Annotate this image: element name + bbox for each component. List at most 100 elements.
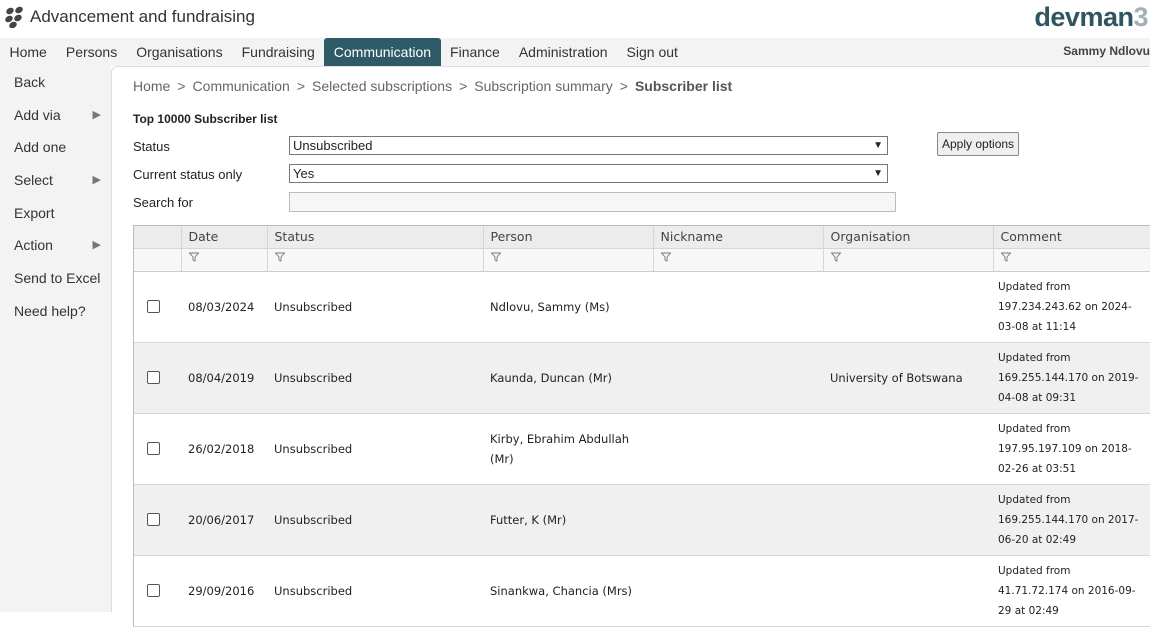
sidebar-item-label: Back: [14, 74, 46, 90]
sidebar-item-need-help[interactable]: Need help?: [0, 295, 111, 328]
sidebar-item-label: Add one: [14, 139, 67, 156]
sidebar-item-send-to-excel[interactable]: Send to Excel: [0, 262, 111, 295]
status-cell: Unsubscribed: [267, 342, 483, 414]
select-cell: [134, 413, 181, 485]
status-cell-text: Unsubscribed: [274, 583, 353, 598]
breadcrumb-item[interactable]: Selected subscriptions: [312, 78, 452, 94]
apply-options-button[interactable]: Apply options: [937, 132, 1020, 156]
column-header-comment[interactable]: Comment: [992, 226, 1150, 249]
person-cell[interactable]: Sinankwa, Chancia (Mrs): [483, 555, 653, 627]
sidebar-item-label: Add via: [14, 106, 61, 123]
organisation-cell: University of Botswana: [823, 342, 993, 414]
column-header-date[interactable]: Date: [180, 226, 267, 249]
person-cell[interactable]: Kaunda, Duncan (Mr): [483, 342, 653, 414]
organisation-cell: [823, 271, 993, 343]
column-header-status[interactable]: Status: [266, 226, 483, 249]
status-select[interactable]: Unsubscribed ▼: [289, 136, 888, 155]
filter-cell[interactable]: [482, 248, 653, 272]
sidebar-item-export[interactable]: Export: [0, 197, 111, 230]
filter-icon[interactable]: [660, 252, 671, 265]
breadcrumb-separator: >: [177, 78, 186, 94]
search-input[interactable]: [289, 192, 896, 212]
nav-finance[interactable]: Finance: [441, 38, 510, 66]
table-row[interactable]: 29/09/2016 Unsubscribed Sinankwa, Chancia …: [134, 555, 1150, 627]
filter-cell[interactable]: [180, 248, 267, 272]
current-status-select[interactable]: Yes ▼: [289, 164, 888, 183]
chevron-right-icon: ▶: [92, 174, 101, 187]
row-checkbox[interactable]: [147, 513, 160, 526]
date-cell-text: 29/09/2016: [188, 583, 255, 598]
sidebar-item-label: Send to Excel: [14, 270, 101, 287]
nav-administration[interactable]: Administration: [509, 38, 617, 66]
sidebar-item-select[interactable]: Select ▶: [0, 164, 111, 197]
filter-icon[interactable]: [490, 252, 501, 265]
table-row[interactable]: 26/02/2018 Unsubscribed Kirby, Ebrahim Abd…: [134, 413, 1150, 485]
nav-communication[interactable]: Communication: [324, 38, 441, 66]
subscriber-grid: Date Status Person Nickname Organisation Comm…: [133, 225, 1150, 627]
current-status-label: Current status only: [133, 167, 243, 182]
nav-persons[interactable]: Persons: [56, 38, 126, 66]
sidebar-item-add-one[interactable]: Add one: [0, 131, 111, 164]
person-cell[interactable]: Kirby, Ebrahim Abdullah (Mr): [483, 413, 653, 485]
breadcrumb-item[interactable]: Home: [133, 78, 170, 94]
nickname-cell: [653, 271, 823, 343]
person-cell[interactable]: Ndlovu, Sammy (Ms): [483, 271, 653, 343]
date-cell: 20/06/2017: [181, 484, 267, 556]
comment-text: Updated from 197.95.197.109 on 2018- 02-…: [998, 422, 1132, 475]
nav-organisations[interactable]: Organisations: [127, 38, 232, 66]
chevron-down-icon: ▼: [873, 140, 883, 151]
sidebar: Back Add via ▶ Add one Select ▶ Export Action ▶ S…: [0, 66, 111, 612]
nav-fundraising[interactable]: Fundraising: [232, 38, 324, 66]
date-cell-text: 08/03/2024: [188, 299, 255, 314]
person-cell-text: Ndlovu, Sammy (Ms): [490, 299, 610, 314]
filter-cell[interactable]: [822, 248, 993, 272]
brand-logo: devman3: [1034, 2, 1148, 32]
sidebar-item-action[interactable]: Action ▶: [0, 229, 111, 262]
sidebar-item-add-via[interactable]: Add via ▶: [0, 99, 111, 132]
search-label: Search for: [133, 195, 193, 210]
person-cell[interactable]: Futter, K (Mr): [483, 484, 653, 556]
nav-home[interactable]: Home: [0, 38, 56, 66]
select-cell: [134, 555, 181, 627]
filter-cell[interactable]: [652, 248, 823, 272]
sidebar-item-label: Export: [14, 204, 55, 221]
filter-cell[interactable]: [266, 248, 483, 272]
main-nav: Home Persons Organisations Fundraising Commu…: [0, 38, 1150, 66]
column-header-person[interactable]: Person: [482, 226, 653, 249]
column-header-nickname[interactable]: Nickname: [652, 226, 823, 249]
table-row[interactable]: 08/03/2024 Unsubscribed Ndlovu, Sammy (Ms)…: [134, 271, 1150, 343]
status-cell: Unsubscribed: [267, 413, 483, 485]
date-cell-text: 20/06/2017: [188, 512, 255, 527]
filter-icon[interactable]: [1000, 252, 1011, 265]
status-label: Status: [133, 139, 170, 154]
nickname-cell: [653, 555, 823, 627]
date-cell: 26/02/2018: [181, 413, 267, 485]
row-checkbox[interactable]: [147, 442, 160, 455]
page-title: Top 10000 Subscriber list: [133, 112, 278, 126]
filter-cell[interactable]: [992, 248, 1150, 272]
row-checkbox[interactable]: [147, 371, 160, 384]
filter-icon[interactable]: [188, 252, 199, 265]
sidebar-item-back[interactable]: Back: [0, 66, 111, 99]
breadcrumb-item[interactable]: Communication: [193, 78, 290, 94]
nickname-cell: [653, 413, 823, 485]
person-cell-text: Kaunda, Duncan (Mr): [490, 370, 612, 385]
table-row[interactable]: 20/06/2017 Unsubscribed Futter, K (Mr) Upda…: [134, 484, 1150, 556]
app-logo[interactable]: Advancement and fundraising: [4, 6, 255, 28]
user-name[interactable]: Sammy Ndlovu: [1063, 38, 1150, 64]
status-cell: Unsubscribed: [267, 555, 483, 627]
breadcrumb-item[interactable]: Subscription summary: [474, 78, 613, 94]
row-checkbox[interactable]: [147, 300, 160, 313]
organisation-cell: [823, 413, 993, 485]
row-checkbox[interactable]: [147, 584, 160, 597]
comment-cell: Updated from 197.234.243.62 on 2024- 03-…: [993, 271, 1150, 343]
breadcrumb: Home > Communication > Selected subscription…: [133, 78, 732, 94]
nav-sign-out[interactable]: Sign out: [617, 38, 687, 66]
filter-icon[interactable]: [830, 252, 841, 265]
sidebar-item-label: Need help?: [14, 302, 86, 319]
app-title: Advancement and fundraising: [30, 7, 255, 26]
column-header-organisation[interactable]: Organisation: [822, 226, 993, 249]
table-row[interactable]: 08/04/2019 Unsubscribed Kaunda, Duncan (Mr…: [134, 342, 1150, 414]
filter-icon[interactable]: [274, 252, 285, 265]
chevron-right-icon: ▶: [92, 108, 101, 121]
